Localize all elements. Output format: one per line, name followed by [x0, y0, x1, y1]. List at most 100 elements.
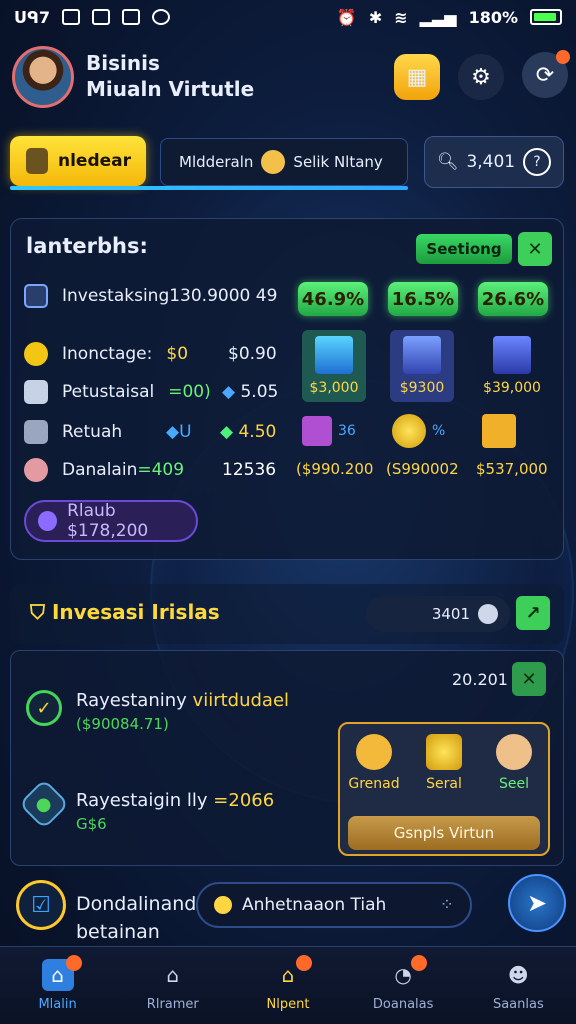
- nav-badge: [65, 955, 82, 971]
- invest-item-highlight: viirtdudael: [192, 690, 290, 711]
- shop-item-label: Seel: [498, 776, 529, 792]
- row-label: Inonctage:: [62, 344, 153, 364]
- info-icon: ?: [522, 148, 551, 176]
- battery-text: 180%: [468, 7, 518, 27]
- wifi-icon: ≋: [394, 7, 408, 27]
- search-value: 3,401: [466, 152, 516, 172]
- shop-item[interactable]: Seral: [416, 734, 472, 792]
- nav-badge: [295, 955, 312, 971]
- shop-item[interactable]: Seel: [486, 734, 542, 792]
- avatar[interactable]: [12, 46, 74, 108]
- invest-item[interactable]: Rayestaniny viirtdudael ($90084.71): [76, 690, 289, 733]
- building-card[interactable]: $9300: [390, 330, 454, 402]
- percent-badge[interactable]: 26.6%: [478, 282, 548, 316]
- total-value: (S990002: [386, 460, 459, 478]
- list-item[interactable]: Investaksing130.9000 49: [24, 284, 277, 308]
- shop-action-label: Gsnpls Virtun: [393, 824, 495, 842]
- panel-title: lanterbhs:: [26, 234, 148, 258]
- coin-icon: [24, 342, 48, 366]
- invest-item[interactable]: Rayestaigin lly =2066 G$6: [76, 790, 274, 833]
- list-item[interactable]: Inonctage: $0: [24, 342, 188, 366]
- profile-name: Bisinis Miualn Virtutle: [86, 50, 254, 102]
- percent-badge[interactable]: 16.5%: [388, 282, 458, 316]
- send-icon: ➤: [526, 889, 548, 917]
- close-invest-button[interactable]: ✕: [512, 662, 546, 696]
- close-button[interactable]: ✕: [518, 232, 552, 266]
- total-value: ($990.200: [296, 460, 374, 478]
- building-card[interactable]: $39,000: [480, 330, 544, 402]
- search-box[interactable]: 🔍︎ 3,401 ?: [424, 136, 564, 188]
- tab-leader[interactable]: nledear: [10, 136, 146, 186]
- building-icon: [315, 336, 353, 374]
- balance-pill[interactable]: Rlaub $178,200: [24, 500, 198, 542]
- invest-title: ⛉ Invesasi Irislas: [30, 600, 220, 624]
- refresh-icon: ⟳: [535, 62, 555, 88]
- close-icon: ✕: [521, 668, 537, 690]
- shop-button[interactable]: ▦: [394, 54, 440, 100]
- settings-label: Seetiong: [426, 240, 502, 258]
- nav-item-main[interactable]: ⌂ Mlalin: [8, 955, 108, 1012]
- nav-label: Mlalin: [38, 997, 77, 1012]
- chat-input[interactable]: Anhetnaaon Tiah ⁘: [196, 882, 472, 928]
- gallery-icon: [92, 9, 111, 25]
- card-price: $39,000: [483, 380, 541, 396]
- settings-toggle[interactable]: Seetiong: [416, 234, 512, 264]
- refresh-button[interactable]: ⟳: [522, 50, 570, 98]
- nav-badge: [411, 955, 428, 971]
- percent-badge[interactable]: 46.9%: [298, 282, 368, 316]
- house-icon: ⌂: [166, 963, 180, 987]
- shop-item-label: Grenad: [348, 776, 400, 792]
- shop-item[interactable]: Grenad: [346, 734, 402, 792]
- nav-item-program[interactable]: ⌂ Rlramer: [123, 959, 223, 1012]
- settings-button[interactable]: ⚙: [458, 54, 504, 100]
- row-label: Danalain: [62, 460, 138, 480]
- lion-icon: [356, 734, 392, 770]
- invest-title-text: Invesasi Irislas: [51, 600, 220, 624]
- bottom-nav: ⌂ Mlalin ⌂ Rlramer ⌂ Nlpent ◔ Doanalas ☻…: [0, 946, 576, 1024]
- row-label: Petustaisal: [62, 382, 155, 402]
- nav-item-settings[interactable]: ☻ Saanlas: [468, 959, 568, 1012]
- book-icon: [26, 148, 48, 174]
- character-icon: [496, 734, 532, 770]
- cube-item[interactable]: 36: [302, 416, 356, 446]
- list-item[interactable]: Petustaisal =00): [24, 380, 211, 404]
- row-value-b-wrap: ◆ 4.50: [220, 422, 276, 442]
- row-value-b: 4.50: [238, 422, 277, 442]
- gem-icon: [38, 511, 58, 531]
- building-icon: [403, 336, 441, 374]
- profile-name-line2: Miualn Virtutle: [86, 77, 255, 101]
- bottom-text-line1: Dondalinand: [76, 893, 197, 915]
- shop-items: Grenad Seral Seel: [346, 734, 542, 792]
- tab-moderation-sublabel: Selik Nltany: [293, 153, 383, 171]
- invest-item-sub: G$6: [76, 815, 107, 833]
- nav-label: Rlramer: [146, 997, 199, 1012]
- building-card[interactable]: $3,000: [302, 330, 366, 402]
- check-icon: ✓: [26, 690, 62, 726]
- shop-action-button[interactable]: Gsnpls Virtun: [348, 816, 540, 850]
- nav-item-donations[interactable]: ◔ Doanalas: [353, 955, 453, 1012]
- list-item[interactable]: Retuah: [24, 420, 122, 444]
- box-icon: [482, 414, 516, 448]
- cube-value: 36: [338, 423, 356, 439]
- invest-search-value: 3401: [431, 605, 470, 623]
- coins-value: %: [432, 423, 446, 439]
- cube-icon: [302, 416, 332, 446]
- card-price: $9300: [399, 380, 445, 396]
- row-value-b: $0.90: [228, 344, 277, 364]
- send-button[interactable]: ➤: [508, 874, 566, 932]
- coins-item[interactable]: %: [392, 414, 445, 448]
- invest-search[interactable]: 3401: [366, 596, 510, 632]
- box-item[interactable]: [482, 414, 516, 452]
- task-button[interactable]: ☑: [16, 880, 66, 930]
- pig-icon: [24, 458, 48, 482]
- expand-button[interactable]: ↗: [516, 596, 550, 630]
- face-icon: [261, 150, 286, 174]
- close-icon: ✕: [527, 238, 543, 260]
- chat-input-text: Anhetnaaon Tiah: [242, 895, 387, 915]
- diamond-icon: ◆: [222, 382, 241, 402]
- chest-icon: ▦: [406, 64, 428, 90]
- nav-item-event[interactable]: ⌂ Nlpent: [238, 955, 338, 1012]
- tab-moderation[interactable]: Mldderaln Selik Nltany: [160, 138, 408, 186]
- list-item[interactable]: Danalain =409: [24, 458, 184, 482]
- row-value-b-wrap: ◆ 5.05: [222, 382, 278, 402]
